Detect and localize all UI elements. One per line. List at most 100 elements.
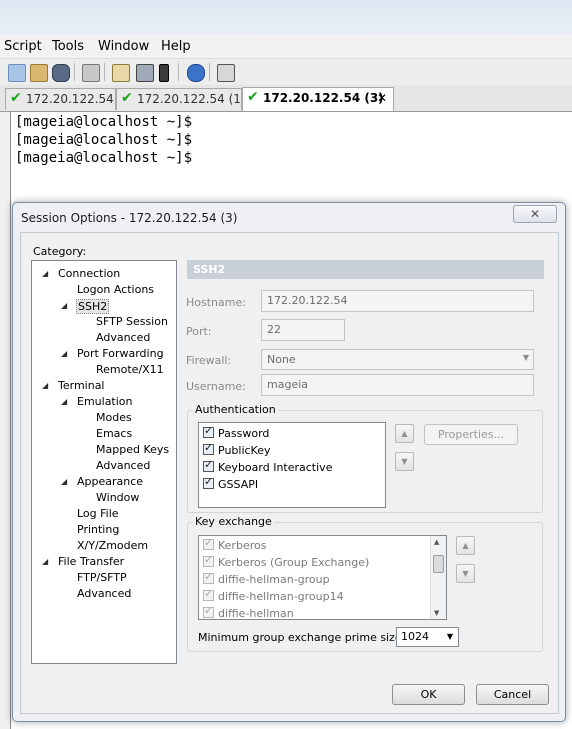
kex-item-kerberos-group-exchange[interactable]: Kerberos (Group Exchange): [203, 553, 369, 569]
tree-item-log-file[interactable]: Log File: [77, 507, 119, 520]
expand-arrow-icon[interactable]: ◢: [61, 397, 67, 406]
arrow-up-icon: ▲: [462, 541, 469, 550]
category-tree[interactable]: ◢ Connection Logon Actions ◢ SSH2 SFTP Ses…: [31, 260, 177, 664]
tree-item-window[interactable]: Window: [96, 491, 139, 504]
check-icon: ✔: [247, 89, 259, 105]
scrollbar[interactable]: ▲ ▼: [430, 536, 446, 619]
checkbox[interactable]: [203, 424, 214, 438]
scroll-down-icon[interactable]: ▼: [434, 609, 439, 617]
hostname-field[interactable]: 172.20.122.54: [261, 290, 534, 312]
help-icon[interactable]: [187, 64, 205, 82]
auth-item-publickey[interactable]: PublicKey: [203, 441, 271, 457]
toolbar-separator: [209, 63, 210, 81]
arrow-down-icon: ▼: [401, 457, 408, 466]
expand-arrow-icon[interactable]: ◢: [61, 477, 67, 486]
kex-move-down-button[interactable]: ▼: [456, 564, 475, 583]
scroll-up-icon[interactable]: ▲: [434, 538, 439, 546]
category-label: Category:: [33, 245, 87, 258]
toolbar-separator: [178, 63, 179, 81]
tab-session-2[interactable]: ✔ 172.20.122.54 (1): [116, 88, 246, 110]
tab-session-3[interactable]: ✔ 172.20.122.54 (3) ✕: [242, 87, 394, 111]
expand-arrow-icon[interactable]: ◢: [42, 557, 48, 566]
tree-item-ssh2-advanced[interactable]: Advanced: [96, 331, 150, 344]
tree-item-logon-actions[interactable]: Logon Actions: [77, 283, 154, 296]
kex-item-dh[interactable]: diffie-hellman: [203, 604, 294, 619]
scroll-thumb[interactable]: [433, 555, 444, 573]
dialog-body: Category: ◢ Connection Logon Actions ◢ SSH…: [20, 232, 559, 714]
section-header: SSH2: [187, 260, 544, 279]
checkbox[interactable]: [203, 604, 214, 618]
expand-arrow-icon[interactable]: ◢: [61, 301, 67, 310]
move-down-button[interactable]: ▼: [395, 452, 414, 471]
find-icon[interactable]: [52, 64, 70, 82]
tree-item-sftp-session[interactable]: SFTP Session: [96, 315, 168, 328]
checkbox[interactable]: [203, 570, 214, 584]
firewall-select[interactable]: None ▼: [261, 349, 534, 370]
checkbox[interactable]: [203, 475, 214, 489]
expand-arrow-icon[interactable]: ◢: [42, 269, 48, 278]
ok-button[interactable]: OK: [392, 684, 465, 705]
prime-size-value: 1024: [401, 630, 429, 643]
kex-item-kerberos[interactable]: Kerberos: [203, 536, 266, 552]
tree-item-xyzmodem[interactable]: X/Y/Zmodem: [77, 539, 148, 552]
hostname-label: Hostname:: [186, 296, 246, 309]
session-options-icon[interactable]: [112, 64, 130, 82]
username-field[interactable]: mageia: [261, 374, 534, 396]
tab-label: 172.20.122.54 (3): [263, 91, 384, 105]
close-icon[interactable]: ✕: [513, 205, 557, 223]
menu-tools[interactable]: Tools: [52, 39, 84, 54]
tab-session-1[interactable]: ✔ 172.20.122.54: [5, 88, 116, 110]
close-tab-icon[interactable]: ✕: [377, 91, 387, 105]
checkbox[interactable]: [203, 587, 214, 601]
kex-move-up-button[interactable]: ▲: [456, 536, 475, 555]
paste-icon[interactable]: [30, 64, 48, 82]
tree-item-remote-x11[interactable]: Remote/X11: [96, 363, 164, 376]
authentication-list[interactable]: Password PublicKey Keyboard Interactive …: [198, 422, 386, 508]
move-up-button[interactable]: ▲: [395, 424, 414, 443]
prime-size-select[interactable]: 1024 ▼: [396, 627, 459, 647]
global-options-icon[interactable]: [136, 64, 154, 82]
tree-item-emacs[interactable]: Emacs: [96, 427, 132, 440]
auth-item-password[interactable]: Password: [203, 424, 269, 440]
menu-script[interactable]: Script: [4, 39, 42, 54]
tree-item-emulation-advanced[interactable]: Advanced: [96, 459, 150, 472]
print-icon[interactable]: [82, 64, 100, 82]
checkbox[interactable]: [203, 458, 214, 472]
check-icon: ✔: [10, 90, 22, 106]
expand-arrow-icon[interactable]: ◢: [61, 349, 67, 358]
key-exchange-label: Key exchange: [193, 515, 274, 528]
terminal-line: [mageia@localhost ~]$: [15, 132, 193, 148]
checkbox[interactable]: [203, 441, 214, 455]
keymap-icon[interactable]: [159, 64, 169, 82]
key-exchange-list[interactable]: Kerberos Kerberos (Group Exchange) diffi…: [198, 535, 447, 620]
username-label: Username:: [186, 380, 246, 393]
tab-bar: ✔ 172.20.122.54 ✔ 172.20.122.54 (1) ✔ 17…: [0, 85, 572, 112]
tree-item-printing[interactable]: Printing: [77, 523, 119, 536]
port-field[interactable]: 22: [261, 319, 345, 341]
tree-item-mapped-keys[interactable]: Mapped Keys: [96, 443, 169, 456]
copy-icon[interactable]: [8, 64, 26, 82]
lock-icon[interactable]: [217, 64, 235, 82]
checkbox[interactable]: [203, 553, 214, 567]
menu-help[interactable]: Help: [161, 39, 191, 54]
expand-arrow-icon[interactable]: ◢: [42, 381, 48, 390]
window-titlebar: [0, 0, 572, 35]
kex-item-dh-group14[interactable]: diffie-hellman-group14: [203, 587, 344, 603]
chevron-down-icon: ▼: [522, 353, 529, 362]
tree-item-modes[interactable]: Modes: [96, 411, 132, 424]
tab-label: 172.20.122.54 (1): [137, 92, 246, 106]
authentication-group: Authentication Password PublicKey Keyboa…: [187, 403, 543, 513]
kex-item-dh-group[interactable]: diffie-hellman-group: [203, 570, 330, 586]
cancel-button[interactable]: Cancel: [476, 684, 549, 705]
auth-item-keyboard-interactive[interactable]: Keyboard Interactive: [203, 458, 332, 474]
checkbox[interactable]: [203, 536, 214, 550]
terminal-line: [mageia@localhost ~]$: [15, 150, 193, 166]
tree-item-ftp-sftp[interactable]: FTP/SFTP: [77, 571, 127, 584]
tree-item-file-transfer-advanced[interactable]: Advanced: [77, 587, 131, 600]
auth-item-gssapi[interactable]: GSSAPI: [203, 475, 258, 491]
properties-button[interactable]: Properties...: [424, 424, 518, 445]
authentication-label: Authentication: [193, 403, 278, 416]
menu-window[interactable]: Window: [98, 39, 149, 54]
toolbar-separator: [104, 63, 105, 81]
session-options-dialog: Session Options - 172.20.122.54 (3) ✕ Ca…: [12, 202, 566, 722]
